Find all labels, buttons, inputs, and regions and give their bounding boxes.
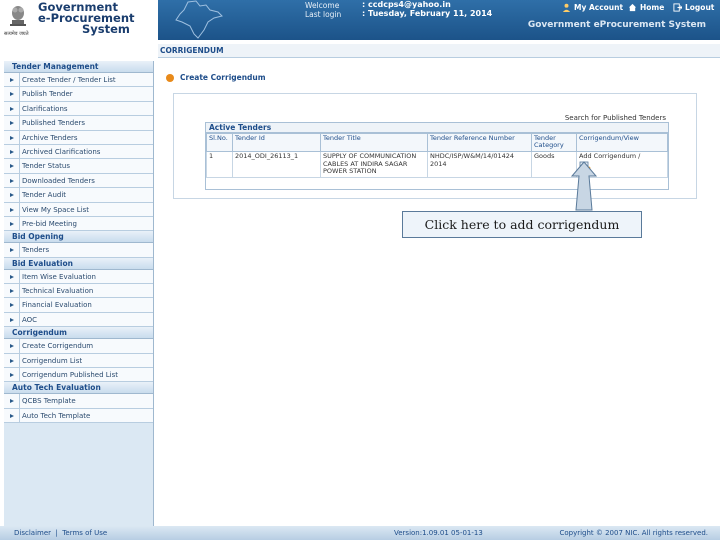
breadcrumb: CORRIGENDUM [158,44,720,58]
sidebar-item-aoc[interactable]: AOC [4,312,153,328]
emblem-caption: सत्यमेव जयते [4,31,29,37]
sidebar-item-create-tender[interactable]: Create Tender / Tender List [4,73,153,88]
action-title: Create Corrigendum [166,73,266,82]
cell-tender-id: 2014_ODI_26113_1 [232,151,321,178]
system-title: Government eProcurement System [527,20,706,30]
logout-icon [673,3,682,12]
sidebar-item-view-my-space[interactable]: View My Space List [4,202,153,217]
sidebar-item-qcbs-template[interactable]: QCBS Template [4,394,153,409]
sidebar-item-corrigendum-published-list[interactable]: Corrigendum Published List [4,368,153,383]
footer-separator: | [53,529,63,537]
sidebar-section-bid-evaluation: Bid Evaluation [4,257,153,270]
sidebar-item-downloaded-tenders[interactable]: Downloaded Tenders [4,173,153,189]
logout-link[interactable]: Logout [673,3,714,12]
sidebar-item-tender-audit[interactable]: Tender Audit [4,188,153,203]
last-login-label: Last login [305,10,342,19]
callout-arrow [570,161,598,211]
sidebar-item-prebid-meeting[interactable]: Pre-bid Meeting [4,216,153,232]
last-login-value: : Tuesday, February 11, 2014 [362,9,493,18]
sidebar-item-corrigendum-list[interactable]: Corrigendum List [4,353,153,369]
logo[interactable]: सत्यमेव जयते Government e-Procurement Sy… [0,0,158,40]
sidebar-item-clarifications[interactable]: Clarifications [4,101,153,117]
grid-title: Active Tenders [206,123,668,133]
my-account-link[interactable]: My Account [562,3,623,12]
column-header: Tender Reference Number [427,133,532,152]
sidebar-item-tender-status[interactable]: Tender Status [4,159,153,174]
sidebar-item-archive-tenders[interactable]: Archive Tenders [4,130,153,145]
sidebar-item-technical-evaluation[interactable]: Technical Evaluation [4,284,153,299]
footer-links: Disclaimer | Terms of Use [14,526,107,540]
column-header: Sl.No. [206,133,233,152]
home-icon [628,3,637,12]
terms-link[interactable]: Terms of Use [62,529,107,537]
sidebar: Tender Management Create Tender / Tender… [4,61,154,526]
cell-reference-number: NHDC/ISP/W&M/14/01424 2014 [427,151,532,178]
sidebar-section-corrigendum: Corrigendum [4,327,153,340]
cell-slno: 1 [206,151,233,178]
logo-title: Government e-Procurement System [38,0,135,36]
sidebar-item-create-corrigendum[interactable]: Create Corrigendum [4,339,153,354]
sidebar-item-published-tenders[interactable]: Published Tenders [4,116,153,131]
cell-tender-title: SUPPLY OF COMMUNICATION CABLES AT INDIRA… [320,151,428,178]
column-header: Tender Title [320,133,428,152]
sidebar-item-auto-tech-template[interactable]: Auto Tech Template [4,408,153,424]
user-icon [562,3,571,12]
disclaimer-link[interactable]: Disclaimer [14,529,51,537]
national-emblem-icon [10,6,26,26]
sidebar-item-archived-clarifications[interactable]: Archived Clarifications [4,144,153,160]
column-header: Corrigendum/View [576,133,668,152]
version-text: Version:1.09.01 05-01-13 [394,529,483,537]
sidebar-item-publish-tender[interactable]: Publish Tender [4,87,153,102]
sidebar-item-tenders[interactable]: Tenders [4,243,153,258]
sidebar-section-tender-management: Tender Management [4,61,153,73]
home-link[interactable]: Home [628,3,664,12]
welcome-email: : ccdcps4@yahoo.in [362,0,451,9]
sidebar-item-item-wise-evaluation[interactable]: Item Wise Evaluation [4,269,153,285]
india-map-icon [175,0,223,39]
sidebar-section-auto-tech-evaluation: Auto Tech Evaluation [4,382,153,395]
welcome-label: Welcome [305,1,340,10]
bullet-icon [166,73,174,82]
callout-tooltip: Click here to add corrigendum [402,211,642,238]
footer: Disclaimer | Terms of Use Version:1.09.0… [0,526,720,540]
active-tenders-panel: Search for Published Tenders Active Tend… [173,93,697,199]
header: सत्यमेव जयते Government e-Procurement Sy… [0,0,720,40]
sidebar-item-financial-evaluation[interactable]: Financial Evaluation [4,298,153,313]
column-header: Tender Category [531,133,577,152]
column-header: Tender Id [232,133,321,152]
search-published-tenders-link[interactable]: Search for Published Tenders [565,114,666,122]
sidebar-section-bid-opening: Bid Opening [4,231,153,244]
copyright-text: Copyright © 2007 NIC. All rights reserve… [559,529,708,537]
